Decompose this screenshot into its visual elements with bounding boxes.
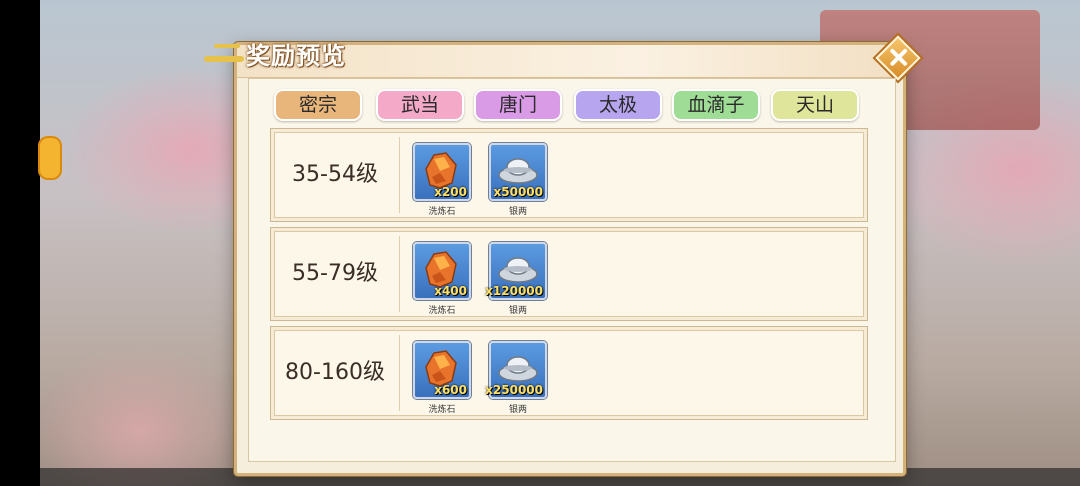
item-frame[interactable]: x400 <box>413 242 471 300</box>
reward-item[interactable]: x200 洗炼石 <box>413 143 471 217</box>
item-frame[interactable]: x120000 <box>485 242 547 300</box>
item-name: 洗炼石 <box>428 306 456 316</box>
item-quantity: x600 <box>434 383 467 397</box>
item-quantity: x200 <box>434 185 467 199</box>
level-range: 55-79级 <box>292 261 378 286</box>
silver-ingot-icon <box>498 356 538 382</box>
item-name: 银两 <box>508 207 527 217</box>
ore-icon <box>425 152 457 189</box>
item-frame[interactable]: x50000 <box>489 143 547 201</box>
reward-item[interactable]: x120000 银两 <box>485 242 547 316</box>
level-range: 80-160级 <box>285 360 385 385</box>
tab-wudang[interactable]: 武当 <box>376 89 464 121</box>
reward-item[interactable]: x400 洗炼石 <box>413 242 471 316</box>
item-frame[interactable]: x600 <box>413 341 471 399</box>
row-divider <box>399 236 400 312</box>
item-frame[interactable]: x250000 <box>485 341 547 399</box>
screen-edge <box>0 0 40 486</box>
item-name: 洗炼石 <box>428 405 456 415</box>
title-decoration <box>204 56 244 62</box>
side-mascot-icon[interactable] <box>38 136 62 180</box>
title-decoration <box>214 44 240 48</box>
item-quantity: x250000 <box>485 383 543 397</box>
item-frame[interactable]: x200 <box>413 143 471 201</box>
row-divider <box>399 137 400 213</box>
ore-icon <box>425 251 457 288</box>
reward-item[interactable]: x50000 银两 <box>489 143 547 217</box>
reward-row: 35-54级 x200 洗炼石 x50000 银两 <box>270 128 868 222</box>
row-divider <box>399 335 400 411</box>
item-name: 洗炼石 <box>428 207 456 217</box>
item-quantity: x120000 <box>485 284 543 298</box>
item-quantity: x400 <box>434 284 467 298</box>
tab-mizong[interactable]: 密宗 <box>274 89 362 121</box>
reward-item[interactable]: x250000 银两 <box>485 341 547 415</box>
reward-item[interactable]: x600 洗炼石 <box>413 341 471 415</box>
reward-row: 55-79级 x400 洗炼石 x120000 银两 <box>270 227 868 321</box>
silver-ingot-icon <box>498 257 538 283</box>
tab-tianshan[interactable]: 天山 <box>771 89 859 121</box>
ore-icon <box>425 350 457 387</box>
item-quantity: x50000 <box>493 185 544 199</box>
tab-xuedizi[interactable]: 血滴子 <box>672 89 760 121</box>
item-name: 银两 <box>508 405 527 415</box>
reward-row: 80-160级 x600 洗炼石 x250000 银两 <box>270 326 868 420</box>
tab-tangmen[interactable]: 唐门 <box>474 89 562 121</box>
panel-title: 奖励预览 <box>246 42 346 70</box>
silver-ingot-icon <box>498 158 538 184</box>
level-range: 35-54级 <box>292 162 378 187</box>
tab-taiji[interactable]: 太极 <box>574 89 662 121</box>
item-name: 银两 <box>508 306 527 316</box>
